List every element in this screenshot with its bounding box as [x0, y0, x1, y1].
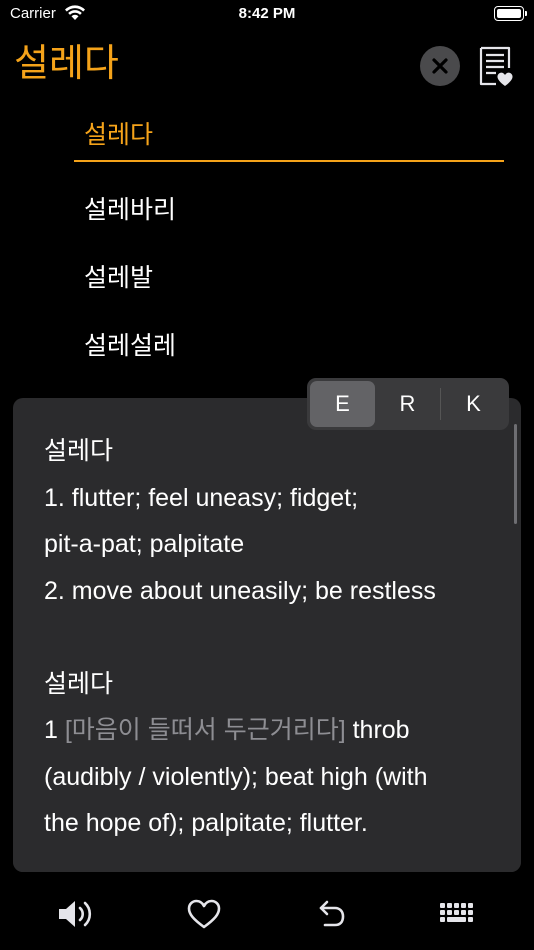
language-segmented-control: E R K	[307, 378, 509, 430]
fade-overlay	[13, 832, 521, 872]
suggestion-item[interactable]: 설레바리	[74, 174, 504, 242]
definition-line: (audibly / violently); beat high (with	[44, 762, 428, 791]
favorites-list-icon	[479, 46, 513, 86]
search-term[interactable]: 설레다	[14, 40, 119, 88]
scrollbar[interactable]	[514, 424, 517, 524]
battery-icon	[494, 6, 527, 21]
tab-english[interactable]: E	[310, 381, 375, 427]
undo-icon	[319, 900, 345, 927]
close-icon	[432, 58, 448, 74]
definition-line: 2. move about uneasily; be restless	[44, 576, 436, 605]
headword: 설레다	[44, 669, 114, 698]
wordlist-button[interactable]	[476, 44, 516, 88]
suggestion-list: 설레다 설레바리 설레발 설레설레	[74, 106, 504, 378]
headword: 설레다	[44, 437, 114, 465]
clear-button[interactable]	[420, 46, 460, 86]
definition-text: throb	[345, 716, 410, 744]
heart-icon	[187, 899, 221, 929]
definition-line: pit-a-pat; palpitate	[44, 530, 245, 558]
tab-korean[interactable]: K	[441, 381, 506, 427]
favorite-button[interactable]	[184, 894, 224, 934]
definition-panel[interactable]: 설레다 1. flutter; feel uneasy; fidget; pit…	[13, 398, 521, 872]
bottom-toolbar	[0, 880, 534, 950]
status-bar: Carrier 8:42 PM	[0, 0, 534, 30]
clock: 8:42 PM	[238, 5, 296, 22]
tab-russian[interactable]: R	[375, 381, 440, 427]
keyboard-icon	[440, 903, 473, 922]
suggestion-item[interactable]: 설레설레	[74, 310, 504, 378]
speak-button[interactable]	[56, 894, 96, 934]
speaker-icon	[59, 901, 92, 927]
header: 설레다	[0, 32, 534, 102]
korean-gloss: [마음이 들떠서 두근거리다]	[64, 716, 346, 744]
suggestion-item[interactable]: 설레발	[74, 242, 504, 310]
definition-content: 설레다 1. flutter; feel uneasy; fidget; pit…	[44, 428, 494, 847]
suggestion-item[interactable]: 설레다	[74, 106, 504, 162]
definition-line: 1 [마음이 들떠서 두근거리다] throb	[44, 707, 494, 754]
keyboard-button[interactable]	[438, 894, 478, 934]
sense-number: 1	[44, 716, 65, 744]
back-button[interactable]	[312, 894, 352, 934]
definition-line: 1. flutter; feel uneasy; fidget;	[44, 483, 359, 512]
